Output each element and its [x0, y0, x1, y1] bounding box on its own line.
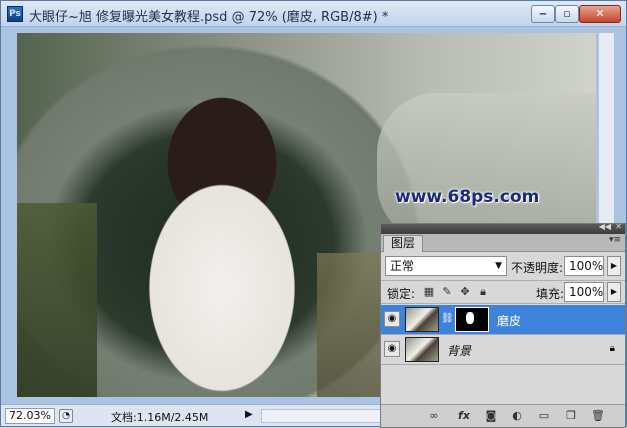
opacity-slider-arrow-icon[interactable]: ▶	[607, 256, 621, 276]
status-info-icon[interactable]: ◔	[59, 409, 73, 423]
horizontal-scrollbar[interactable]	[261, 409, 397, 423]
fill-slider-arrow-icon[interactable]: ▶	[607, 282, 621, 302]
fill-label: 填充:	[536, 287, 565, 301]
opacity-field[interactable]: 100%	[564, 256, 604, 276]
layers-panel: ◀◀ ✕ 图层 ▾≡ 正常 ▼ 不透明度: 100% ▶ 锁定: ▦ ✎ ✥ 🔒…	[380, 222, 626, 428]
blend-mode-select[interactable]: 正常 ▼	[385, 256, 507, 276]
title-bar[interactable]: Ps 大眼仔~旭 修复曝光美女教程.psd @ 72% (磨皮, RGB/8#)…	[1, 1, 626, 27]
panel-bottom-toolbar: ∞ fx ◙ ◐ ▭ ❐ 🗑︎	[381, 404, 625, 427]
tab-layers[interactable]: 图层	[383, 235, 423, 252]
lock-position-icon[interactable]: ✥	[459, 286, 471, 298]
panel-header-bar[interactable]: ◀◀ ✕	[381, 222, 625, 234]
lock-transparent-pixels-icon[interactable]: ▦	[423, 286, 435, 298]
watermark-text: www.68ps.com	[395, 187, 540, 207]
panel-tab-row: 图层 ▾≡	[381, 234, 625, 252]
lock-label: 锁定:	[387, 287, 416, 301]
lock-row: 锁定: ▦ ✎ ✥ 🔒︎ 填充: 100% ▶	[381, 280, 625, 304]
zoom-field[interactable]: 72.03%	[5, 408, 55, 424]
close-button[interactable]: ✕	[579, 5, 621, 23]
eye-icon[interactable]: ◉	[384, 311, 400, 327]
foreground-grass	[17, 203, 97, 397]
eye-icon[interactable]: ◉	[384, 341, 400, 357]
collapse-icon[interactable]: ◀◀	[599, 222, 611, 231]
trash-icon[interactable]: 🗑︎	[591, 409, 605, 423]
layer-row-mopi[interactable]: ◉ ⛓︎ 磨皮	[381, 305, 625, 335]
document-info: 文档:1.16M/2.45M	[111, 411, 209, 424]
adjustment-icon[interactable]: ◐	[510, 409, 524, 423]
panel-close-icon[interactable]: ✕	[615, 222, 622, 231]
mask-shape	[466, 312, 474, 324]
new-layer-icon[interactable]: ❐	[564, 409, 578, 423]
lock-image-pixels-icon[interactable]: ✎	[441, 286, 453, 298]
layer-name: 磨皮	[497, 314, 522, 328]
layer-name: 背景	[447, 344, 472, 358]
maximize-button[interactable]: ▫	[555, 5, 579, 23]
window-title: 大眼仔~旭 修复曝光美女教程.psd @ 72% (磨皮, RGB/8#) *	[29, 10, 389, 25]
link-icon[interactable]: ∞	[427, 409, 441, 423]
fx-icon[interactable]: fx	[457, 409, 471, 423]
minimize-button[interactable]: ‒	[531, 5, 555, 23]
layer-thumbnail[interactable]	[405, 307, 439, 332]
chevron-down-icon: ▼	[495, 261, 502, 271]
layer-thumbnail[interactable]	[405, 337, 439, 362]
chain-link-icon[interactable]: ⛓︎	[441, 313, 454, 324]
background-pipe	[377, 93, 596, 243]
layer-mask-thumbnail[interactable]	[455, 307, 489, 332]
blend-mode-value: 正常	[390, 259, 415, 273]
panel-menu-icon[interactable]: ▾≡	[609, 235, 621, 245]
photoshop-window: Ps 大眼仔~旭 修复曝光美女教程.psd @ 72% (磨皮, RGB/8#)…	[0, 0, 627, 428]
lock-icon: 🔒︎	[609, 343, 615, 354]
opacity-label: 不透明度:	[511, 261, 564, 275]
mask-icon[interactable]: ◙	[484, 409, 498, 423]
status-bar: 72.03% ◔ 文档:1.16M/2.45M ▶	[1, 404, 401, 426]
fill-field[interactable]: 100%	[564, 282, 604, 302]
group-folder-icon[interactable]: ▭	[537, 409, 551, 423]
photoshop-app-icon: Ps	[7, 6, 23, 22]
status-menu-arrow-icon[interactable]: ▶	[245, 409, 253, 420]
layer-row-background[interactable]: ◉ 背景 🔒︎	[381, 335, 625, 365]
lock-all-icon[interactable]: 🔒︎	[477, 286, 489, 298]
